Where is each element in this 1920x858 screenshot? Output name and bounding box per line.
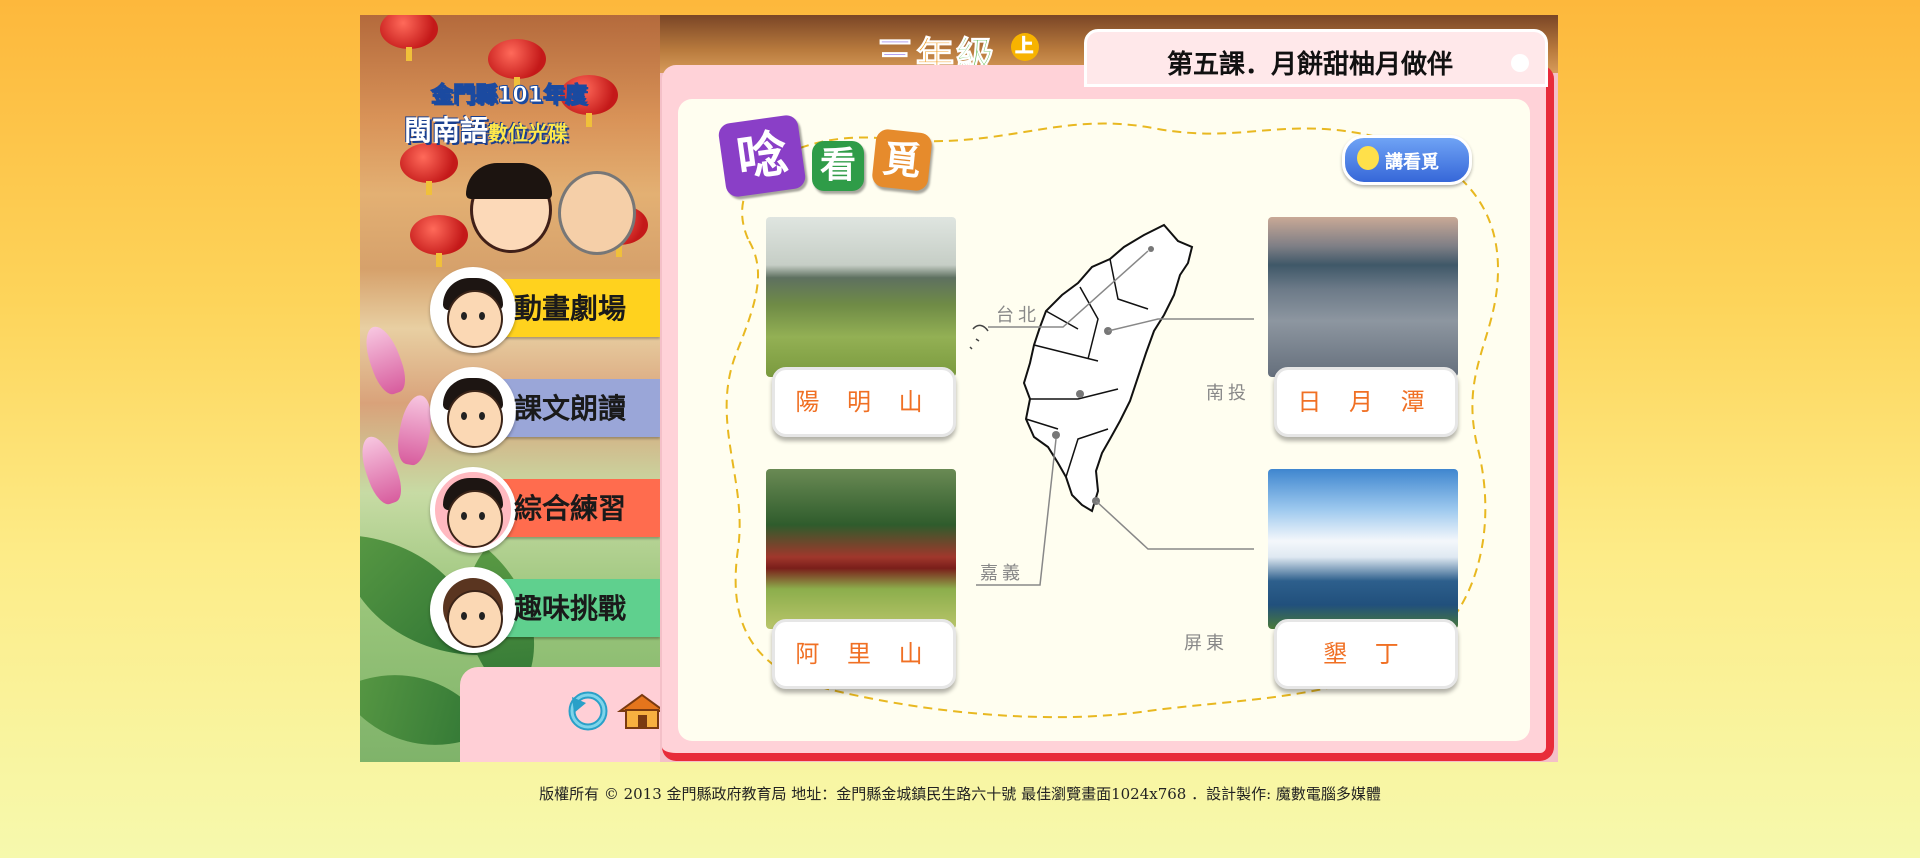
place-name: 日 月 潭 [1297, 388, 1435, 416]
place-card-sun-moon-lake[interactable]: 日 月 潭 [1268, 217, 1458, 447]
place-plate: 日 月 潭 [1274, 367, 1458, 437]
heading-char: 看 [812, 141, 864, 191]
lesson-title: 第五課．月餅甜柚月做伴 [1167, 50, 1454, 80]
flower-decoration [360, 321, 412, 399]
place-photo [1268, 469, 1458, 629]
left-scene: 金門縣101年度 閩南語數位光碟 動畫劇場 課文朗讀 綜合練習 趣味挑戰 [360, 15, 660, 762]
lightbulb-icon [1357, 146, 1379, 170]
back-arrow-icon[interactable] [568, 691, 608, 731]
app-stage: 金門縣101年度 閩南語數位光碟 動畫劇場 課文朗讀 綜合練習 趣味挑戰 三年級… [360, 15, 1558, 762]
lantern-decoration [400, 143, 458, 195]
place-name: 陽 明 山 [795, 388, 933, 416]
bottom-toolbar [460, 667, 660, 762]
mascot-grandpa [558, 171, 636, 255]
place-photo [766, 217, 956, 377]
avatar-eye [461, 512, 467, 520]
avatar-eye [479, 412, 485, 420]
woman-avatar-icon [430, 567, 516, 653]
map-label-pingtung: 屏東 [1184, 633, 1228, 654]
place-plate: 墾 丁 [1274, 619, 1458, 689]
avatar-eye [461, 612, 467, 620]
place-plate: 阿 里 山 [772, 619, 956, 689]
map-label-nantou: 南投 [1206, 383, 1250, 404]
lantern-decoration [410, 215, 468, 267]
menu-label: 課文朗讀 [514, 392, 627, 425]
avatar-face [447, 590, 503, 648]
place-card-alishan[interactable]: 阿 里 山 [766, 469, 956, 699]
tab-dot [1511, 54, 1529, 72]
place-name: 墾 丁 [1323, 640, 1409, 668]
avatar-face [447, 390, 503, 448]
avatar-face [447, 290, 503, 348]
avatar-eye [461, 312, 467, 320]
menu-label: 動畫劇場 [514, 292, 627, 325]
avatar-eye [479, 312, 485, 320]
activity-heading: 唸看覓 [717, 113, 933, 199]
map-label-taipei: 台北 [996, 305, 1040, 326]
app-logo: 金門縣101年度 閩南語數位光碟 [404, 77, 614, 149]
girl-avatar-icon [430, 267, 516, 353]
logo-line2: 閩南語數位光碟 [404, 109, 614, 149]
lantern-decoration [488, 39, 546, 91]
menu-animation-theater[interactable]: 動畫劇場 [430, 267, 660, 353]
place-photo [1268, 217, 1458, 377]
menu-label: 趣味挑戰 [514, 592, 627, 625]
place-plate: 陽 明 山 [772, 367, 956, 437]
speak-button-label: 講看覓 [1385, 152, 1439, 173]
menu-comprehensive-practice[interactable]: 綜合練習 [430, 467, 660, 553]
speak-button[interactable]: 講看覓 [1342, 135, 1472, 185]
logo-line2-small: 數位光碟 [488, 121, 569, 145]
place-photo [766, 469, 956, 629]
map-label-chiayi: 嘉義 [980, 563, 1024, 584]
logo-line1: 金門縣101年度 [431, 83, 588, 109]
semester-badge: 上 [1011, 33, 1040, 61]
man-avatar-icon [430, 467, 516, 553]
mascot-girl-hair [466, 163, 552, 199]
avatar-face [447, 490, 503, 548]
lesson-title-tab: 第五課．月餅甜柚月做伴 [1084, 29, 1548, 87]
avatar-eye [461, 412, 467, 420]
home-icon[interactable] [616, 691, 660, 731]
logo-line2-main: 閩南語 [404, 114, 489, 147]
lantern-decoration [380, 15, 438, 61]
boy-avatar-icon [430, 367, 516, 453]
content-panel: 三年級 上 第五課．月餅甜柚月做伴 唸看覓 講看覓 陽 明 山 日 月 潭 阿 … [660, 15, 1558, 762]
footer-copyright: 版權所有 © 2013 金門縣政府教育局 地址：金門縣金城鎮民生路六十號 最佳瀏… [539, 785, 1381, 803]
heading-char: 唸 [717, 113, 807, 199]
place-card-yangmingshan[interactable]: 陽 明 山 [766, 217, 956, 447]
activity-area: 唸看覓 講看覓 陽 明 山 日 月 潭 阿 里 山 墾 丁 台北 南投 嘉義 屏… [678, 99, 1530, 741]
menu-label: 綜合練習 [514, 492, 627, 525]
avatar-eye [479, 612, 485, 620]
place-name: 阿 里 山 [795, 640, 933, 668]
avatar-eye [479, 512, 485, 520]
place-card-kenting[interactable]: 墾 丁 [1268, 469, 1458, 699]
heading-char: 覓 [871, 128, 933, 192]
menu-text-reading[interactable]: 課文朗讀 [430, 367, 660, 453]
menu-fun-challenge[interactable]: 趣味挑戰 [430, 567, 660, 653]
